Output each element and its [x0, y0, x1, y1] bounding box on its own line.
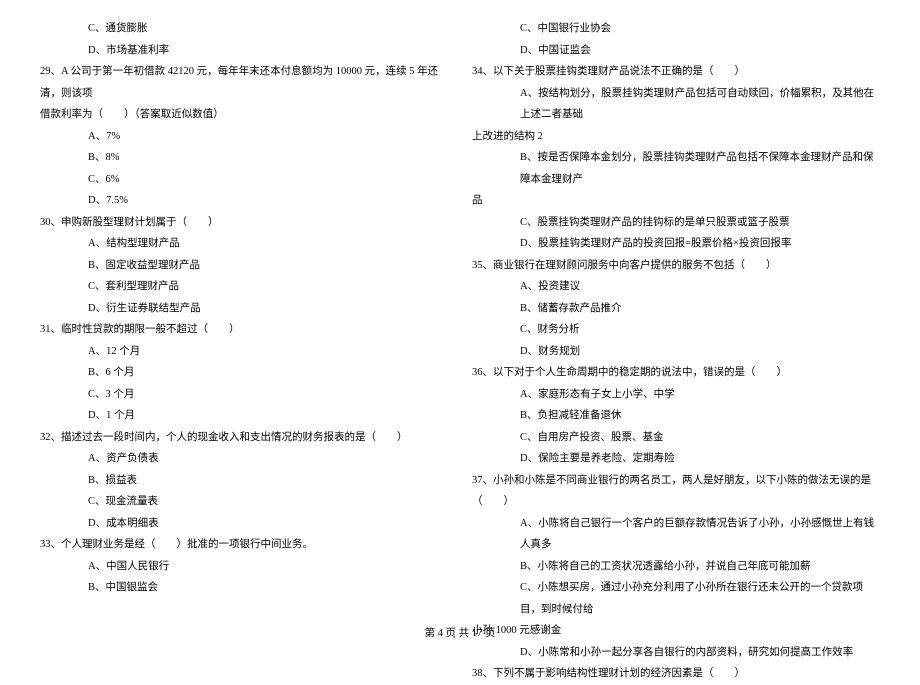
- q30-option-c: C、套利型理财产品: [40, 276, 448, 298]
- q33-option-c: C、中国银行业协会: [472, 18, 880, 40]
- q31-option-d: D、1 个月: [40, 405, 448, 427]
- q29-option-c: C、6%: [40, 169, 448, 191]
- q35-text: 35、商业银行在理财顾问服务中向客户提供的服务不包括（ ）: [472, 255, 880, 277]
- q33-option-b: B、中国银监会: [40, 577, 448, 599]
- q37-option-d: D、小陈常和小孙一起分享各自银行的内部资料，研究如何提高工作效率: [472, 642, 880, 664]
- q32-option-b: B、损益表: [40, 470, 448, 492]
- q33-option-d: D、中国证监会: [472, 40, 880, 62]
- q35-option-d: D、财务规划: [472, 341, 880, 363]
- q34-option-d: D、股票挂钩类理财产品的投资回报=股票价格×投资回报率: [472, 233, 880, 255]
- q29-option-d: D、7.5%: [40, 190, 448, 212]
- q29-text: 29、A 公司于第一年初借款 42120 元，每年年末还本付息额均为 10000…: [40, 61, 448, 104]
- q31-option-c: C、3 个月: [40, 384, 448, 406]
- q34-option-b-cont: 品: [472, 190, 880, 212]
- q30-text: 30、申购新股型理财计划属于（ ）: [40, 212, 448, 234]
- q32-option-a: A、资产负债表: [40, 448, 448, 470]
- q32-text: 32、描述过去一段时间内，个人的现金收入和支出情况的财务报表的是（ ）: [40, 427, 448, 449]
- q29-option-b: B、8%: [40, 147, 448, 169]
- q31-option-b: B、6 个月: [40, 362, 448, 384]
- q31-text: 31、临时性贷款的期限一般不超过（ ）: [40, 319, 448, 341]
- q36-option-c: C、自用房产投资、股票、基金: [472, 427, 880, 449]
- q37-option-a: A、小陈将自己银行一个客户的巨额存款情况告诉了小孙，小孙感慨世上有钱人真多: [472, 513, 880, 556]
- q30-option-d: D、衍生证券联结型产品: [40, 298, 448, 320]
- q30-option-a: A、结构型理财产品: [40, 233, 448, 255]
- page-container: C、通货膨胀 D、市场基准利率 29、A 公司于第一年初借款 42120 元，每…: [0, 0, 920, 610]
- q35-option-c: C、财务分析: [472, 319, 880, 341]
- q36-option-a: A、家庭形态有子女上小学、中学: [472, 384, 880, 406]
- page-footer: 第 4 页 共 17 页: [0, 625, 920, 640]
- q34-option-a: A、按结构划分，股票挂钩类理财产品包括可自动赎回，价幅累积，及其他在上述二者基础: [472, 83, 880, 126]
- q33-text: 33、个人理财业务是经（ ）批准的一项银行中间业务。: [40, 534, 448, 556]
- q34-option-a-cont: 上改进的结构 2: [472, 126, 880, 148]
- q32-option-c: C、现金流量表: [40, 491, 448, 513]
- q37-option-b: B、小陈将自己的工资状况透露给小孙，并说自己年底可能加薪: [472, 556, 880, 578]
- q34-option-c: C、股票挂钩类理财产品的挂钩标的是单只股票或篮子股票: [472, 212, 880, 234]
- q29-option-a: A、7%: [40, 126, 448, 148]
- q35-option-a: A、投资建议: [472, 276, 880, 298]
- q32-option-d: D、成本明细表: [40, 513, 448, 535]
- q34-option-b: B、按是否保障本金划分，股票挂钩类理财产品包括不保障本金理财产品和保障本金理财产: [472, 147, 880, 190]
- q36-text: 36、以下对于个人生命周期中的稳定期的说法中，错误的是（ ）: [472, 362, 880, 384]
- q33-option-a: A、中国人民银行: [40, 556, 448, 578]
- right-column: C、中国银行业协会 D、中国证监会 34、以下关于股票挂钩类理财产品说法不正确的…: [460, 18, 880, 610]
- left-column: C、通货膨胀 D、市场基准利率 29、A 公司于第一年初借款 42120 元，每…: [40, 18, 460, 610]
- q36-option-b: B、负担减轻准备退休: [472, 405, 880, 427]
- q28-option-d: D、市场基准利率: [40, 40, 448, 62]
- q38-text: 38、下列不属于影响结构性理财计划的经济因素是（ ）: [472, 663, 880, 685]
- q30-option-b: B、固定收益型理财产品: [40, 255, 448, 277]
- q35-option-b: B、储蓄存款产品推介: [472, 298, 880, 320]
- q29-text-cont: 借款利率为（ ）（答案取近似数值）: [40, 104, 448, 126]
- q31-option-a: A、12 个月: [40, 341, 448, 363]
- q28-option-c: C、通货膨胀: [40, 18, 448, 40]
- q37-option-c: C、小陈想买房，通过小孙充分利用了小孙所在银行还未公开的一个贷款项目，到时候付给: [472, 577, 880, 620]
- q37-text: 37、小孙和小陈是不同商业银行的两名员工，两人是好朋友，以下小陈的做法无误的是（…: [472, 470, 880, 513]
- q36-option-d: D、保险主要是养老险、定期寿险: [472, 448, 880, 470]
- q34-text: 34、以下关于股票挂钩类理财产品说法不正确的是（ ）: [472, 61, 880, 83]
